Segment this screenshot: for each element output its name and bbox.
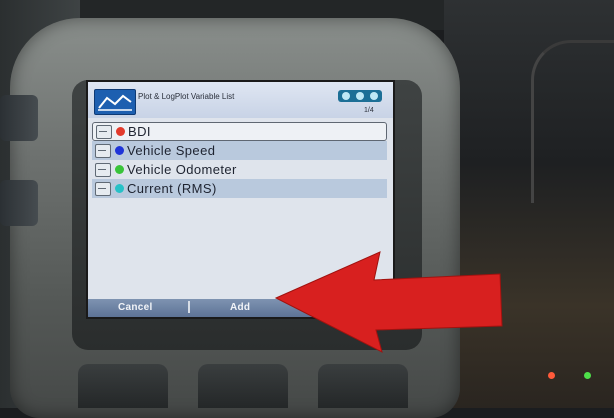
variable-plot-icon (95, 162, 111, 177)
color-dot (115, 165, 124, 174)
list-item-label: Vehicle Speed (127, 143, 216, 158)
screen-title: Plot & LogPlot Variable List (138, 92, 235, 101)
variable-plot-icon (96, 124, 112, 139)
cable (531, 40, 614, 203)
side-button-upper[interactable] (0, 95, 38, 141)
color-dot (116, 127, 125, 136)
list-item-label: Vehicle Odometer (127, 162, 237, 177)
add-softkey[interactable]: Add (230, 302, 250, 313)
softkey-divider (188, 301, 190, 313)
hardware-softkey-right[interactable] (318, 364, 408, 408)
list-item-label: Current (RMS) (127, 181, 217, 196)
hardware-softkey-middle[interactable] (198, 364, 288, 408)
plot-icon (94, 89, 136, 115)
list-item-vehicle-odometer[interactable]: Vehicle Odometer (92, 160, 387, 179)
cancel-softkey[interactable]: Cancel (118, 302, 153, 313)
list-item-bdi[interactable]: BDI (92, 122, 387, 141)
connection-status-icon (338, 90, 382, 102)
list-item-current-rms[interactable]: Current (RMS) (92, 179, 387, 198)
color-dot (115, 146, 124, 155)
list-item-vehicle-speed[interactable]: Vehicle Speed (92, 141, 387, 160)
status-led-red (548, 372, 555, 379)
page-indicator: 1/4 (364, 107, 374, 114)
hardware-softkey-left[interactable] (78, 364, 168, 408)
list-item-label: BDI (128, 124, 151, 139)
side-button-lower[interactable] (0, 180, 38, 226)
color-dot (115, 184, 124, 193)
title-bar: Plot & LogPlot Variable List 1/4 (88, 82, 393, 118)
status-led-green (584, 372, 591, 379)
variable-list: BDI Vehicle Speed Vehicle Odometer Curre… (92, 122, 387, 198)
variable-plot-icon (95, 181, 111, 196)
variable-plot-icon (95, 143, 111, 158)
red-arrow-pointer (274, 251, 503, 353)
